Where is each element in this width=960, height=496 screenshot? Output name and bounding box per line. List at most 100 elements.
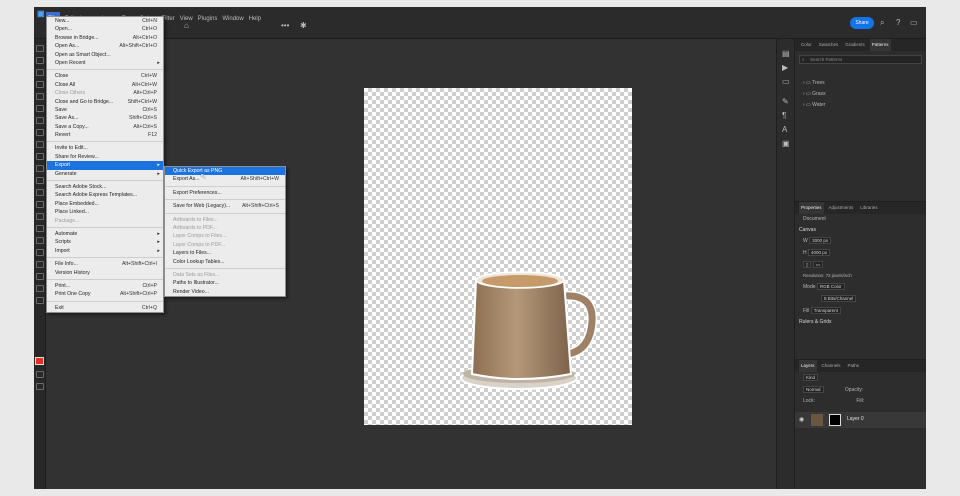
menu-item-search-adobe-stock[interactable]: Search Adobe Stock... [47,183,163,191]
help-icon[interactable]: ? [896,18,900,28]
brush-tool-icon[interactable] [36,141,44,148]
width-field[interactable]: 3000 px [809,237,832,244]
document-canvas[interactable] [364,88,632,425]
menu-item-exit[interactable]: Exit Ctrl+Q [47,304,163,312]
menu-item-close-others[interactable]: Close Others Alt+Ctrl+P [47,89,163,97]
menu-item-version-history[interactable]: Version History [47,269,163,277]
menu-item-save-a-copy[interactable]: Save a Copy... Alt+Ctrl+S [47,123,163,131]
menu-item-close[interactable]: Close Ctrl+W [47,72,163,80]
menu-item-open[interactable]: Open... Ctrl+O [47,25,163,33]
height-field[interactable]: 4000 px [808,248,831,256]
visibility-eye-icon[interactable]: ◉ [799,416,804,423]
bit-depth-select[interactable]: 8 Bits/Channel [821,295,857,303]
dodge-tool-icon[interactable] [36,213,44,220]
menu-item-paths-to-illustrator[interactable]: Paths to Illustrator... [165,279,285,287]
tab-libraries[interactable]: Libraries [858,202,879,214]
comments-icon[interactable]: ▭ [782,77,790,87]
menu-item-save-for-web-legacy[interactable]: Save for Web (Legacy)... Alt+Shift+Ctrl+S [165,202,285,210]
gradient-tool-icon[interactable] [36,189,44,196]
brush-settings-icon[interactable]: ✎ [782,97,789,107]
menu-item-quick-export-as-png[interactable]: Quick Export as PNG [165,167,285,176]
menu-item-place-linked[interactable]: Place Linked... [47,208,163,216]
menu-item-print[interactable]: Print... Ctrl+P [47,282,163,290]
menu-item-data-sets-as-files[interactable]: Data Sets as Files... [165,271,285,279]
edit-toolbar-icon[interactable] [36,297,44,304]
pattern-group-water[interactable]: › ▭ Water [795,100,926,111]
tab-channels[interactable]: Channels [820,360,843,372]
more-options-icon[interactable]: ••• [281,21,289,31]
menu-item-artboards-to-files[interactable]: Artboards to Files... [165,216,285,224]
menu-item-render-video[interactable]: Render Video... [165,288,285,296]
history-icon[interactable]: ▤ [782,49,790,59]
menu-item-browse-in-bridge[interactable]: Browse in Bridge... Alt+Ctrl+O [47,34,163,42]
menu-item-close-all[interactable]: Close All Alt+Ctrl+W [47,81,163,89]
menu-item-layers-to-files[interactable]: Layers to Files... [165,249,285,257]
menu-item-generate[interactable]: Generate ▸ [47,170,163,178]
blur-tool-icon[interactable] [36,201,44,208]
healing-brush-tool-icon[interactable] [36,129,44,136]
menu-item-close-and-go-to-bridge[interactable]: Close and Go to Bridge... Shift+Ctrl+W [47,98,163,106]
menu-item-export-as[interactable]: Export As... Alt+Shift+Ctrl+W [165,175,285,183]
pattern-group-grass[interactable]: › ▭ Grass [795,89,926,100]
tab-layers[interactable]: Layers [799,360,817,372]
menu-help[interactable]: Help [249,12,261,26]
eyedropper-tool-icon[interactable] [36,117,44,124]
pattern-group-trees[interactable]: › ▭ Trees [795,78,926,89]
object-selection-tool-icon[interactable] [36,81,44,88]
tab-color[interactable]: Color [799,39,814,51]
menu-item-save[interactable]: Save Ctrl+S [47,106,163,114]
menu-item-file-info[interactable]: File Info... Alt+Shift+Ctrl+I [47,260,163,268]
history-brush-tool-icon[interactable] [36,165,44,172]
crop-tool-icon[interactable] [36,93,44,100]
menu-item-export[interactable]: Export ▸ [47,161,163,170]
type-tool-icon[interactable] [36,237,44,244]
menu-item-automate[interactable]: Automate ▸ [47,230,163,238]
search-icon[interactable]: ⌕ [880,18,884,28]
tab-swatches[interactable]: Swatches [817,39,841,51]
tab-paths[interactable]: Paths [846,360,862,372]
workspace-icon[interactable]: ▭ [910,18,918,28]
menu-item-artboards-to-pdf[interactable]: Artboards to PDF... [165,224,285,232]
menu-item-import[interactable]: Import ▸ [47,247,163,255]
marquee-tool-icon[interactable] [36,57,44,64]
menu-item-export-preferences[interactable]: Export Preferences... [165,189,285,197]
rectangle-tool-icon[interactable] [36,261,44,268]
hand-tool-icon[interactable] [36,273,44,280]
move-tool-icon[interactable] [36,45,44,52]
zoom-tool-icon[interactable] [36,285,44,292]
menu-item-share-for-review[interactable]: Share for Review... [47,153,163,161]
actions-play-icon[interactable]: ▶ [782,63,788,73]
canvas-section-title[interactable]: Canvas [795,225,926,235]
menu-window[interactable]: Window [222,12,243,26]
frame-tool-icon[interactable] [36,105,44,112]
tab-patterns[interactable]: Patterns [869,39,891,51]
home-icon[interactable]: ⌂ [184,21,189,31]
mode-select[interactable]: RGB Color [816,283,845,291]
menu-item-revert[interactable]: Revert F12 [47,131,163,139]
menu-item-layer-comps-to-files[interactable]: Layer Comps to Files... [165,232,285,240]
menu-item-open-recent[interactable]: Open Recent ▸ [47,59,163,67]
menu-item-scripts[interactable]: Scripts ▸ [47,238,163,246]
tab-adjustments[interactable]: Adjustments [827,202,856,214]
menu-item-open-as-smart-object[interactable]: Open as Smart Object... [47,51,163,59]
path-selection-tool-icon[interactable] [36,249,44,256]
share-button[interactable]: Share [850,17,874,29]
menu-item-search-adobe-express-templates[interactable]: Search Adobe Express Templates... [47,191,163,199]
pen-tool-icon[interactable] [36,225,44,232]
menu-item-open-as[interactable]: Open As... Alt+Shift+Ctrl+O [47,42,163,50]
menu-plugins[interactable]: Plugins [198,12,218,26]
menu-item-new[interactable]: New... Ctrl+N [47,17,163,25]
glyphs-icon[interactable]: ▣ [782,139,790,149]
menu-item-invite-to-edit[interactable]: Invite to Edit... [47,144,163,152]
tab-properties[interactable]: Properties [799,202,824,214]
blend-mode-select[interactable]: Normal [803,385,824,393]
fill-select[interactable]: Transparent [810,307,841,315]
tab-gradients[interactable]: Gradients [843,39,867,51]
menu-item-color-lookup-tables[interactable]: Color Lookup Tables... [165,258,285,266]
screen-mode-icon[interactable] [36,383,44,390]
pattern-search-input[interactable]: ⌕ Search Patterns [799,55,922,64]
menu-item-place-embedded[interactable]: Place Embedded... [47,200,163,208]
menu-item-save-as[interactable]: Save As... Shift+Ctrl+S [47,114,163,122]
menu-item-layer-comps-to-pdf[interactable]: Layer Comps to PDF... [165,241,285,249]
paragraph-icon[interactable]: ¶ [782,111,786,121]
